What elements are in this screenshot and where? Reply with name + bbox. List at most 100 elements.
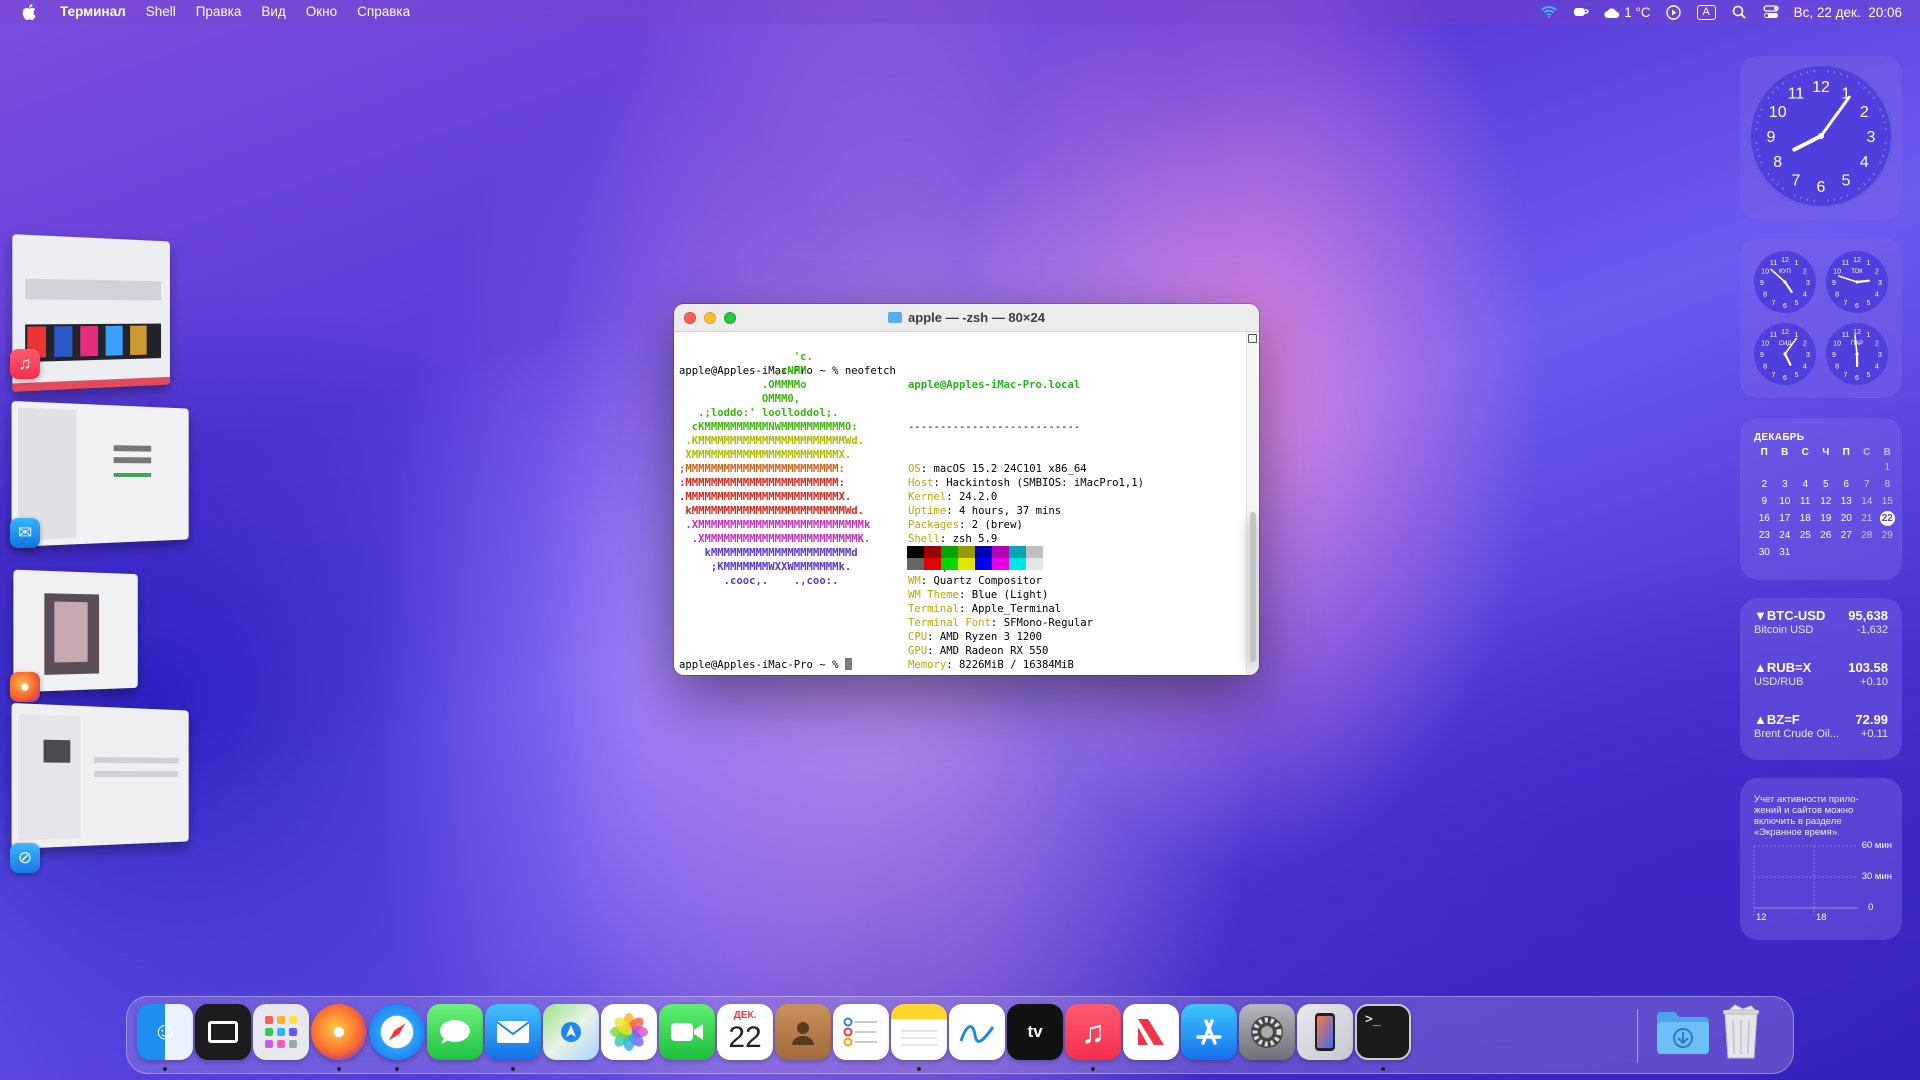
calendar-day[interactable]: 25: [1795, 528, 1816, 543]
calendar-day[interactable]: [1754, 460, 1775, 475]
menu-help[interactable]: Справка: [347, 0, 420, 24]
calendar-day[interactable]: [1877, 545, 1898, 560]
terminal-dock-icon[interactable]: >_: [1355, 1004, 1411, 1060]
stock-row[interactable]: ▲RUB=X USD/RUB 103.58 +0.10: [1740, 652, 1902, 704]
menu-app-name[interactable]: Терминал: [50, 0, 136, 24]
terminal-titlebar[interactable]: apple — -zsh — 80×24: [674, 304, 1259, 332]
calendar-day[interactable]: 2: [1754, 477, 1775, 492]
mail-app-icon[interactable]: ✉: [10, 518, 40, 548]
calendar-day[interactable]: 3: [1775, 477, 1796, 492]
downloads-folder-icon[interactable]: [1655, 1004, 1711, 1060]
scrollbar-thumb[interactable]: [1250, 512, 1256, 662]
calendar-dock-icon[interactable]: ДЕК. 22: [717, 1004, 773, 1060]
calendar-day[interactable]: 27: [1836, 528, 1857, 543]
calendar-day[interactable]: [1836, 460, 1857, 475]
calendar-day[interactable]: 13: [1836, 494, 1857, 509]
facetime-icon[interactable]: [659, 1004, 715, 1060]
terminal-content[interactable]: apple@Apples-iMac-Pro ~ % neofetch 'c. ,…: [674, 332, 1247, 675]
split-pane-icon[interactable]: [1248, 334, 1257, 343]
firefox-app-icon[interactable]: ●: [10, 672, 40, 702]
system-settings-icon[interactable]: [1239, 1004, 1295, 1060]
calendar-day[interactable]: 12: [1816, 494, 1837, 509]
calendar-day[interactable]: 30: [1754, 545, 1775, 560]
calendar-day[interactable]: 1: [1877, 460, 1898, 475]
calendar-day[interactable]: 16: [1754, 511, 1775, 526]
menu-edit[interactable]: Правка: [186, 0, 252, 24]
reminders-icon[interactable]: [833, 1004, 889, 1060]
calendar-day[interactable]: 21: [1857, 511, 1878, 526]
clock-widget[interactable]: 12 1 2 3 4 5 6 7 8 9 10 11: [1740, 56, 1902, 220]
zoom-button[interactable]: [724, 312, 736, 324]
maps-icon[interactable]: [543, 1004, 599, 1060]
search-icon[interactable]: [1730, 4, 1748, 20]
calendar-day[interactable]: 26: [1816, 528, 1837, 543]
calendar-day[interactable]: 28: [1857, 528, 1878, 543]
menubar-clock[interactable]: Вс, 22 дек. 20:06: [1794, 5, 1902, 20]
app-store-icon[interactable]: [1181, 1004, 1237, 1060]
screen-time-widget[interactable]: Учет активности прило- жений и сайтов мо…: [1740, 778, 1902, 940]
menu-window[interactable]: Окно: [296, 0, 347, 24]
close-button[interactable]: [684, 312, 696, 324]
mission-control-icon[interactable]: [195, 1004, 251, 1060]
calendar-day[interactable]: 5: [1816, 477, 1837, 492]
calendar-day[interactable]: 4: [1795, 477, 1816, 492]
calendar-day[interactable]: 17: [1775, 511, 1796, 526]
apple-menu-icon[interactable]: [18, 0, 40, 24]
music-dock-icon[interactable]: ♫: [1065, 1004, 1121, 1060]
stocks-widget[interactable]: ▼BTC-USD Bitcoin USD 95,638 -1,632 ▲RUB=X USD…: [1740, 598, 1902, 760]
menu-shell[interactable]: Shell: [136, 0, 186, 24]
trash-icon[interactable]: [1713, 1004, 1769, 1060]
terminal-window[interactable]: apple — -zsh — 80×24 apple@Apples-iMac-P…: [674, 304, 1259, 675]
menu-view[interactable]: Вид: [251, 0, 295, 24]
calendar-day[interactable]: 22: [1880, 511, 1895, 526]
scrollbar[interactable]: [1246, 332, 1259, 675]
calendar-day[interactable]: [1816, 545, 1837, 560]
play-circle-icon[interactable]: [1665, 4, 1683, 20]
messages-icon[interactable]: [427, 1004, 483, 1060]
firefox-dock-icon[interactable]: ●: [311, 1004, 367, 1060]
calendar-day[interactable]: [1857, 460, 1878, 475]
calendar-day[interactable]: 14: [1857, 494, 1878, 509]
control-center-icon[interactable]: [1762, 4, 1780, 20]
input-source-indicator[interactable]: A: [1697, 5, 1716, 20]
apple-tv-icon[interactable]: tv: [1007, 1004, 1063, 1060]
launchpad-icon[interactable]: [253, 1004, 309, 1060]
calendar-day[interactable]: 9: [1754, 494, 1775, 509]
calendar-day[interactable]: 7: [1857, 477, 1878, 492]
calendar-day[interactable]: 24: [1775, 528, 1796, 543]
mail-dock-icon[interactable]: [485, 1004, 541, 1060]
calendar-day[interactable]: [1795, 545, 1816, 560]
finder-icon[interactable]: ☺: [137, 1004, 193, 1060]
wifi-icon[interactable]: [1540, 4, 1558, 20]
iphone-mirroring-icon[interactable]: [1297, 1004, 1353, 1060]
calendar-day[interactable]: 6: [1836, 477, 1857, 492]
calendar-day[interactable]: 11: [1795, 494, 1816, 509]
stage-window-safari[interactable]: [12, 703, 189, 849]
calendar-day[interactable]: 8: [1877, 477, 1898, 492]
calendar-day[interactable]: [1836, 545, 1857, 560]
calendar-day[interactable]: 23: [1754, 528, 1775, 543]
calendar-day[interactable]: 19: [1816, 511, 1837, 526]
stock-row[interactable]: ▲BZ=F Brent Crude Oil... 72.99 +0.11: [1740, 704, 1902, 756]
calendar-day[interactable]: 10: [1775, 494, 1796, 509]
safari-app-icon[interactable]: ⊘: [10, 843, 40, 873]
coffee-icon[interactable]: [1572, 4, 1590, 20]
stock-row[interactable]: ▼BTC-USD Bitcoin USD 95,638 -1,632: [1740, 600, 1902, 652]
calendar-day[interactable]: [1775, 460, 1796, 475]
news-icon[interactable]: [1123, 1004, 1179, 1060]
freeform-icon[interactable]: [949, 1004, 1005, 1060]
calendar-day[interactable]: 15: [1877, 494, 1898, 509]
minimize-button[interactable]: [704, 312, 716, 324]
calendar-day[interactable]: [1857, 545, 1878, 560]
calendar-day[interactable]: 18: [1795, 511, 1816, 526]
calendar-day[interactable]: [1816, 460, 1837, 475]
world-clocks-widget[interactable]: 12 1 2 3 4 5 6 7 8 9 10 11 КУП 12 1 2 3 4 5 6 7 8 9 10 11 ТОК 12 1 2…: [1740, 238, 1902, 398]
calendar-widget[interactable]: ДЕКАБРЬ П В С Ч П С В 1 2 3 4 5 6 7 8 9 10 11 12 13 14 15 16 17…: [1740, 418, 1902, 580]
calendar-day[interactable]: [1795, 460, 1816, 475]
calendar-day[interactable]: 31: [1775, 545, 1796, 560]
music-app-icon[interactable]: ♫: [10, 349, 40, 379]
notes-icon[interactable]: [891, 1004, 947, 1060]
calendar-day[interactable]: 20: [1836, 511, 1857, 526]
contacts-icon[interactable]: [775, 1004, 831, 1060]
calendar-day[interactable]: 29: [1877, 528, 1898, 543]
